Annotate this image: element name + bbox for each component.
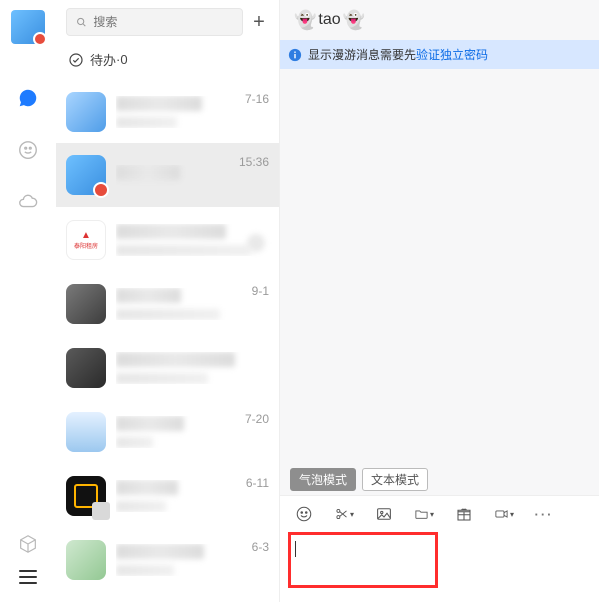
record-icon[interactable]: ▾ [494,504,514,524]
conversation-panel: + 待办 · 0 7-16 15:36 ▲泰阳租房 [56,0,279,602]
chat-list: 7-16 15:36 ▲泰阳租房 9-1 [56,79,279,602]
chat-item[interactable]: ▲泰阳租房 [56,207,279,271]
info-bar: 显示漫游消息需要先 验证独立密码 [280,40,599,69]
chat-item[interactable]: 7-20 [56,399,279,463]
chat-avatar [66,284,106,324]
chat-avatar [66,412,106,452]
tab-cloud[interactable] [16,190,40,214]
chat-pane: 👻 tao 👻 显示漫游消息需要先 验证独立密码 气泡模式 文本模式 ▾ ▾ ▾… [279,0,599,602]
tab-contacts[interactable] [16,138,40,162]
message-input-wrap [280,530,599,602]
pending-row[interactable]: 待办 · 0 [56,42,279,79]
chat-time: 6-3 [252,540,269,554]
search-input[interactable] [93,15,234,29]
ghost-icon: 👻 [294,10,316,31]
message-area [280,69,599,460]
chat-time: 15:36 [239,155,269,169]
chat-avatar: ▲泰阳租房 [66,220,106,260]
ghost-icon: 👻 [343,10,365,31]
gift-icon[interactable] [454,504,474,524]
chat-avatar [66,476,106,516]
pending-label: 待办 [90,50,116,69]
chat-avatar [66,155,106,195]
chat-item[interactable]: 6-11 [56,463,279,527]
self-avatar[interactable] [11,10,45,44]
chat-item[interactable]: 6-3 [56,527,279,591]
chat-title: 👻 tao 👻 [280,0,599,40]
tab-chats[interactable] [16,86,40,110]
pending-count: 0 [120,52,127,67]
more-icon[interactable]: ··· [534,504,554,524]
chat-item[interactable] [56,335,279,399]
chat-avatar [66,348,106,388]
verify-password-link[interactable]: 验证独立密码 [416,46,488,63]
chat-time: 7-20 [245,412,269,426]
chat-time: 9-1 [252,284,269,298]
folder-icon[interactable]: ▾ [414,504,434,524]
mode-row: 气泡模式 文本模式 [280,460,599,495]
tab-cube[interactable] [16,532,40,556]
mode-text-button[interactable]: 文本模式 [362,468,428,491]
menu-icon[interactable] [19,570,37,584]
chat-time: 7-16 [245,92,269,106]
chat-time: 6-11 [246,476,269,490]
mode-bubble-button[interactable]: 气泡模式 [290,468,356,491]
chat-item[interactable]: 9-1 [56,271,279,335]
input-toolbar: ▾ ▾ ▾ ··· [280,495,599,530]
chat-item[interactable]: 7-16 [56,79,279,143]
message-input[interactable] [288,532,438,588]
add-button[interactable]: + [249,12,269,32]
image-icon[interactable] [374,504,394,524]
emoji-icon[interactable] [294,504,314,524]
app-root: + 待办 · 0 7-16 15:36 ▲泰阳租房 [0,0,599,602]
chat-item[interactable]: 15:36 [56,143,279,207]
search-row: + [56,0,279,42]
scissors-icon[interactable]: ▾ [334,504,354,524]
chat-avatar [66,92,106,132]
search-box[interactable] [66,8,243,36]
chat-avatar [66,540,106,580]
nav-rail [0,0,56,602]
